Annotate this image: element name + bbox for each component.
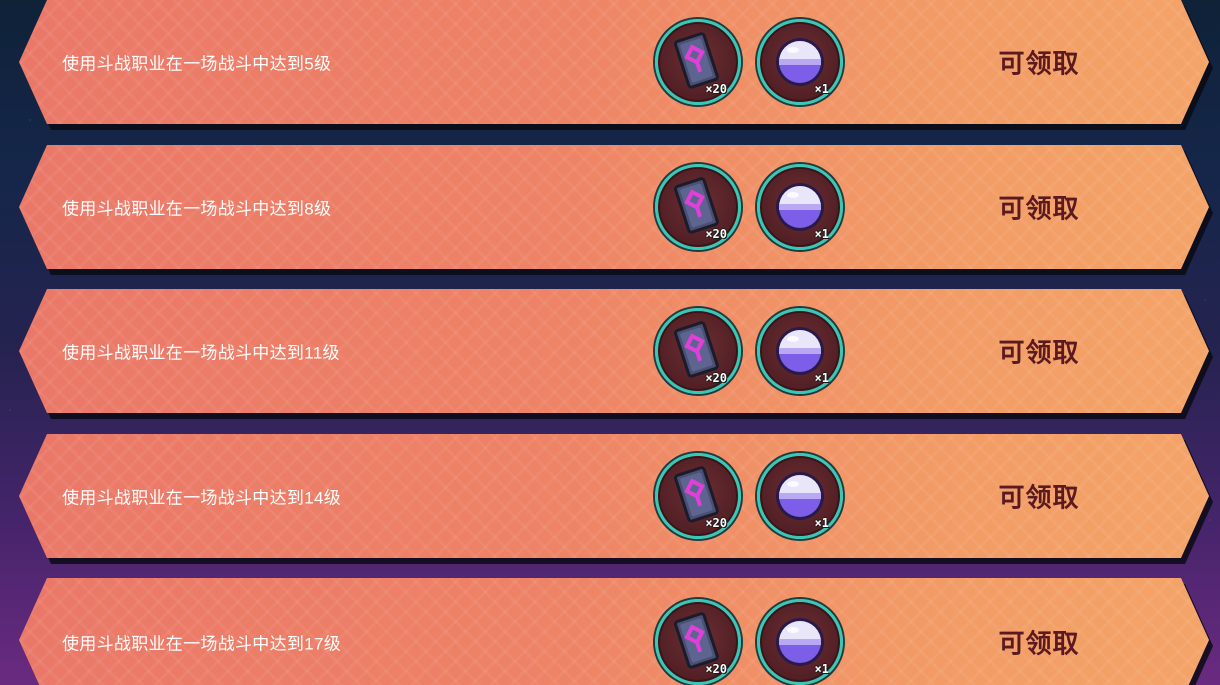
reward-slot-card[interactable]: ×20	[655, 19, 741, 105]
quest-title: 使用斗战职业在一场战斗中达到17级	[62, 634, 342, 654]
reward-slot-orb[interactable]: ×1	[757, 453, 843, 539]
quest-banner: 使用斗战职业在一场战斗中达到17级 ×20 ×1 可领取	[19, 578, 1209, 685]
reward-quantity: ×20	[705, 227, 727, 241]
quest-row: 使用斗战职业在一场战斗中达到14级 ×20 ×1 可领取	[19, 434, 1213, 564]
claim-button[interactable]: 可领取	[969, 189, 1109, 226]
reward-slot-orb[interactable]: ×1	[757, 164, 843, 250]
claim-button[interactable]: 可领取	[969, 44, 1109, 81]
quest-list: 使用斗战职业在一场战斗中达到5级 ×20 ×1 可领取 使用斗战职业在一场战斗中…	[0, 0, 1220, 685]
claim-button[interactable]: 可领取	[969, 624, 1109, 661]
reward-slot-orb[interactable]: ×1	[757, 19, 843, 105]
reward-slot-card[interactable]: ×20	[655, 453, 741, 539]
reward-quantity: ×20	[705, 662, 727, 676]
reward-quantity: ×1	[814, 82, 829, 96]
quest-title: 使用斗战职业在一场战斗中达到8级	[62, 199, 332, 219]
reward-quantity: ×1	[814, 227, 829, 241]
reward-slot-orb[interactable]: ×1	[757, 599, 843, 685]
reward-quantity: ×20	[705, 516, 727, 530]
quest-banner: 使用斗战职业在一场战斗中达到5级 ×20 ×1 可领取	[19, 0, 1209, 124]
reward-slot-card[interactable]: ×20	[655, 164, 741, 250]
reward-slot-orb[interactable]: ×1	[757, 308, 843, 394]
claim-button[interactable]: 可领取	[969, 333, 1109, 370]
reward-quantity: ×20	[705, 82, 727, 96]
reward-quantity: ×20	[705, 371, 727, 385]
quest-banner: 使用斗战职业在一场战斗中达到8级 ×20 ×1 可领取	[19, 145, 1209, 269]
reward-quantity: ×1	[814, 516, 829, 530]
quest-title: 使用斗战职业在一场战斗中达到11级	[62, 343, 340, 363]
reward-slot-card[interactable]: ×20	[655, 599, 741, 685]
quest-title: 使用斗战职业在一场战斗中达到5级	[62, 54, 332, 74]
reward-slot-card[interactable]: ×20	[655, 308, 741, 394]
quest-banner: 使用斗战职业在一场战斗中达到11级 ×20 ×1 可领取	[19, 289, 1209, 413]
quest-row: 使用斗战职业在一场战斗中达到11级 ×20 ×1 可领取	[19, 289, 1213, 419]
quest-row: 使用斗战职业在一场战斗中达到8级 ×20 ×1 可领取	[19, 145, 1213, 275]
reward-quantity: ×1	[814, 662, 829, 676]
reward-quantity: ×1	[814, 371, 829, 385]
claim-button[interactable]: 可领取	[969, 478, 1109, 515]
quest-row: 使用斗战职业在一场战斗中达到5级 ×20 ×1 可领取	[19, 0, 1213, 130]
quest-row: 使用斗战职业在一场战斗中达到17级 ×20 ×1 可领取	[19, 578, 1213, 685]
quest-banner: 使用斗战职业在一场战斗中达到14级 ×20 ×1 可领取	[19, 434, 1209, 558]
quest-title: 使用斗战职业在一场战斗中达到14级	[62, 488, 342, 508]
